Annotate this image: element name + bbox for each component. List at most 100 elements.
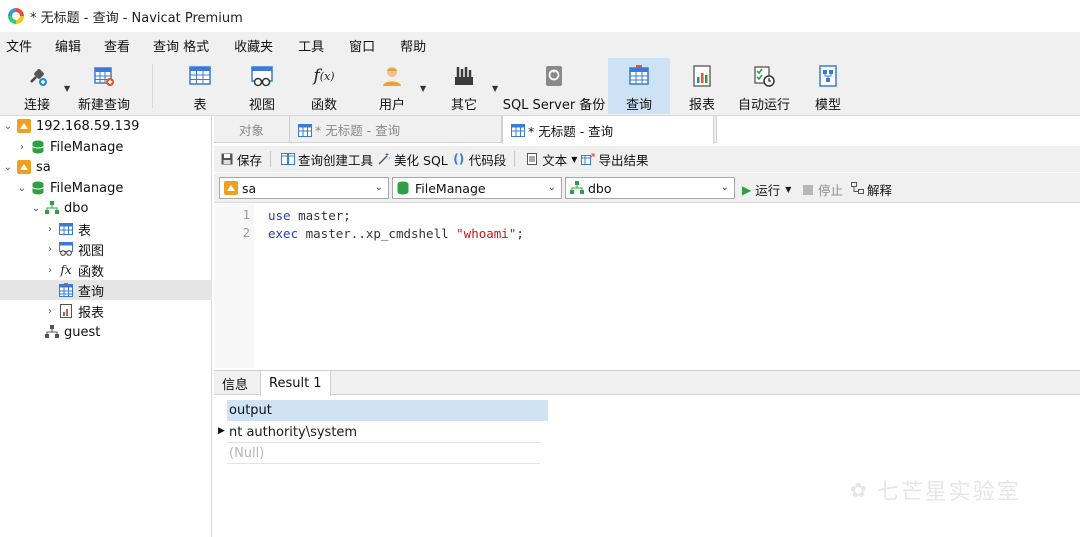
tree-item-dbo[interactable]: ⌄ dbo (0, 198, 212, 218)
user-dropdown-icon[interactable]: ▼ (420, 84, 426, 93)
query-builder-button[interactable]: 查询创建工具 (281, 150, 373, 169)
navicat-logo-icon (8, 8, 24, 24)
run-button[interactable]: ▶ 运行 ▼ (742, 180, 791, 199)
table-icon (58, 221, 74, 237)
query-icon (511, 123, 525, 137)
tab-label: * 无标题 - 查询 (315, 123, 401, 138)
cell-value[interactable]: nt authority\system (229, 425, 357, 440)
tree-item-sa[interactable]: ⌄ sa (0, 157, 212, 177)
model-icon (816, 64, 840, 88)
chevron-down-icon[interactable]: ⌄ (30, 203, 42, 214)
tree-item-guest[interactable]: guest (0, 322, 212, 342)
chevron-right-icon[interactable]: › (16, 142, 28, 153)
snippet-button[interactable]: () 代码段 (452, 150, 506, 169)
text-button[interactable]: 文本 ▼ (525, 150, 577, 169)
stop-button[interactable]: 停止 (803, 180, 843, 199)
function-icon: fx (60, 263, 72, 277)
new-query-label: 新建查询 (77, 98, 130, 113)
view-button[interactable]: 视图 (240, 58, 284, 114)
menu-tools[interactable]: 工具 (286, 36, 337, 55)
chevron-down-icon[interactable]: ⌄ (2, 121, 14, 132)
code-line[interactable]: exec master..xp_cmdshell "whoami"; (268, 226, 524, 241)
backup-icon (542, 64, 566, 88)
menu-query[interactable]: 查询 (143, 36, 183, 55)
line-number: 2 (242, 226, 250, 240)
other-button[interactable]: 其它 (442, 58, 486, 114)
export-results-button[interactable]: 导出结果 (581, 150, 648, 169)
table-label: 表 (193, 98, 207, 113)
menu-view[interactable]: 查看 (94, 36, 143, 55)
tab-objects[interactable]: 对象 (214, 116, 290, 143)
chevron-right-icon[interactable]: › (44, 244, 56, 255)
menu-window[interactable]: 窗口 (337, 36, 388, 55)
menu-file[interactable]: 文件 (0, 36, 45, 55)
report-button[interactable]: 报表 (680, 58, 724, 114)
sql-string: "whoami" (456, 226, 517, 241)
sql-editor[interactable]: 1 2 use master; exec master..xp_cmdshell… (214, 204, 1080, 368)
query-button[interactable]: 查询 (608, 58, 670, 114)
save-button[interactable]: 保存 (220, 150, 262, 169)
other-dropdown-icon[interactable]: ▼ (492, 84, 498, 93)
tree-item-queries[interactable]: 查询 (0, 280, 212, 300)
connection-select[interactable]: sa ⌄ (219, 177, 389, 199)
sql-keyword: exec (268, 226, 299, 241)
tab-result-1[interactable]: Result 1 (260, 371, 331, 396)
menu-favorites[interactable]: 收藏夹 (222, 36, 286, 55)
menu-help[interactable]: 帮助 (388, 36, 439, 55)
chevron-down-icon[interactable]: ⌄ (16, 183, 28, 194)
tab-strip-empty (716, 116, 1080, 143)
chevron-down-icon[interactable]: ⌄ (2, 162, 14, 173)
table-button[interactable]: 表 (178, 58, 222, 114)
query-icon (58, 282, 74, 298)
chevron-right-icon[interactable]: › (44, 265, 56, 276)
explain-button[interactable]: 解释 (851, 180, 892, 199)
tree-item-functions[interactable]: › fx 函数 (0, 260, 212, 280)
automation-button[interactable]: 自动运行 (734, 58, 794, 114)
user-button[interactable]: 用户 (370, 58, 414, 114)
brackets-icon: () (453, 152, 465, 166)
connect-dropdown-icon[interactable]: ▼ (64, 84, 70, 93)
tree-item-server[interactable]: ⌄ 192.168.59.139 (0, 116, 212, 136)
tree-label: 视图 (78, 243, 105, 259)
tab-query-1[interactable]: * 无标题 - 查询 (290, 116, 502, 143)
connect-button[interactable]: 连接 (14, 58, 60, 114)
beautify-sql-button[interactable]: 美化 SQL (377, 150, 448, 169)
tree-item-reports[interactable]: › 报表 (0, 301, 212, 321)
code-line[interactable]: use master; (268, 208, 351, 223)
tree-item-tables[interactable]: › 表 (0, 219, 212, 239)
chevron-right-icon[interactable]: › (44, 224, 56, 235)
title-bar: * 无标题 - 查询 - Navicat Premium (0, 0, 1080, 32)
function-button[interactable]: f (x) 函数 (302, 58, 346, 114)
model-button[interactable]: 模型 (806, 58, 850, 114)
database-select[interactable]: FileManage ⌄ (392, 177, 562, 199)
report-icon (58, 303, 74, 319)
tree-item-views[interactable]: › 视图 (0, 239, 212, 259)
tree-item-server-database[interactable]: › FileManage (0, 137, 212, 157)
query-icon (298, 123, 312, 137)
tab-label: * 无标题 - 查询 (528, 123, 614, 139)
menu-edit[interactable]: 编辑 (45, 36, 94, 55)
database-icon (30, 180, 46, 196)
tab-label: Result 1 (269, 376, 322, 391)
tree-item-filemanage[interactable]: ⌄ FileManage (0, 178, 212, 198)
tree-label: 报表 (78, 305, 105, 321)
query-toolbar: 保存 查询创建工具 美化 SQL () 代码段 文本 ▼ 导出结果 (214, 146, 1080, 172)
sqlserver-connection-icon (16, 118, 32, 134)
view-label: 视图 (248, 98, 275, 113)
table-row[interactable]: nt authority\system (227, 422, 540, 443)
view-icon (250, 64, 274, 88)
stop-icon (803, 184, 813, 195)
tab-query-2[interactable]: * 无标题 - 查询 (502, 116, 714, 144)
explain-label: 解释 (867, 183, 893, 198)
schema-select[interactable]: dbo ⌄ (565, 177, 735, 199)
new-query-button[interactable]: 新建查询 (76, 58, 132, 114)
cell-value[interactable]: (Null) (229, 446, 264, 461)
chevron-right-icon[interactable]: › (44, 306, 56, 317)
table-row[interactable]: (Null) (227, 443, 540, 464)
watermark-text: 七芒星实验室 (876, 480, 1021, 505)
column-header-output[interactable]: output (227, 400, 548, 421)
sql-server-backup-button[interactable]: SQL Server 备份 (502, 58, 606, 114)
menu-format[interactable]: 格式 (183, 36, 222, 55)
tab-info[interactable]: 信息 (214, 371, 256, 395)
report-icon (690, 64, 714, 88)
